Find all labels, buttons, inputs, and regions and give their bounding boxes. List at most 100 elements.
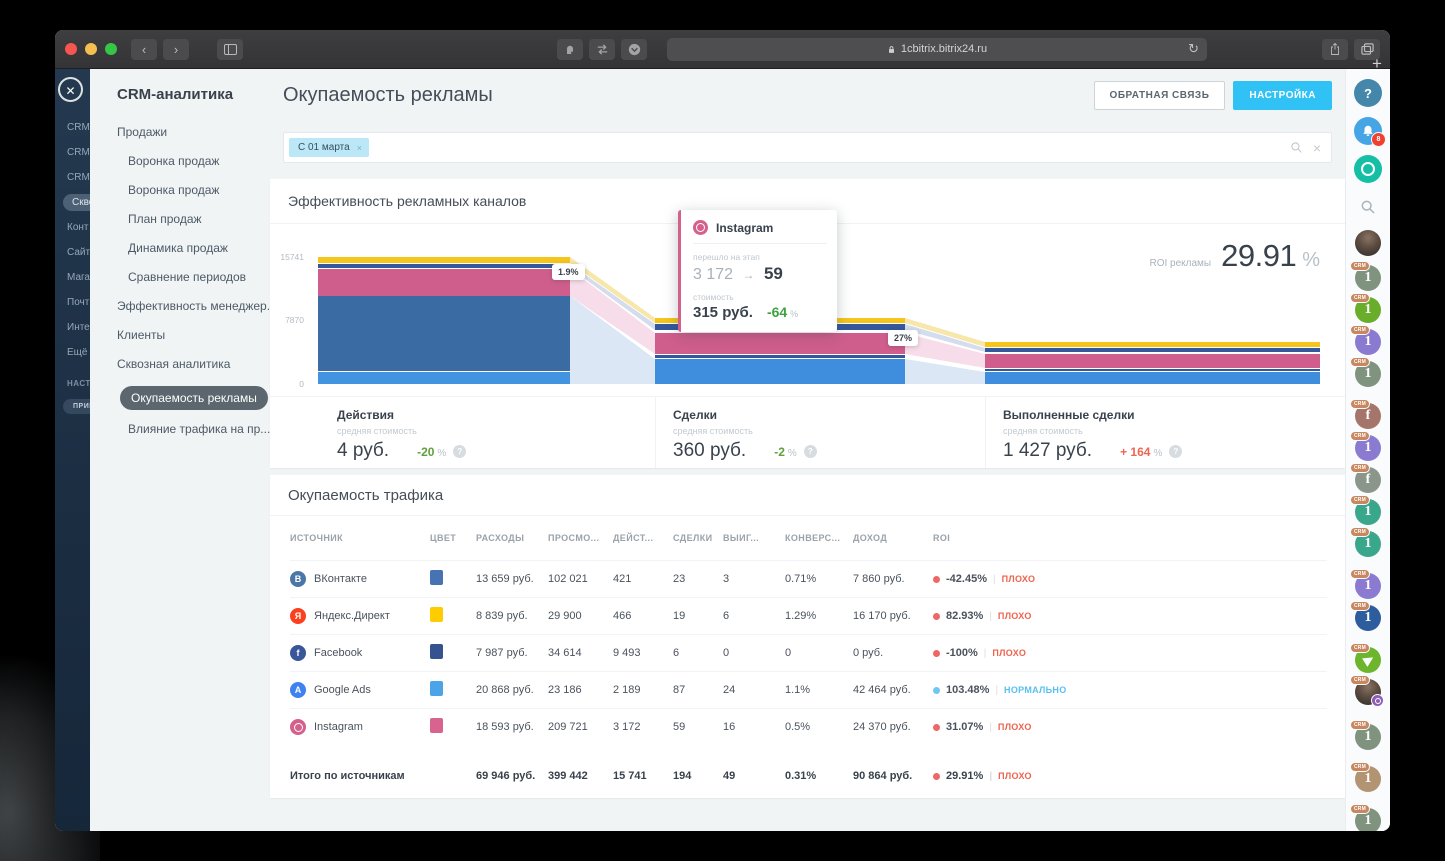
table-cell: 24	[723, 684, 785, 696]
stage-title: Выполненные сделки	[1003, 408, 1345, 422]
column-header[interactable]: СДЕЛКИ	[673, 533, 723, 543]
filter-search-bar[interactable]: С 01 марта × ×	[283, 132, 1332, 163]
sidebar-item[interactable]: CRM	[55, 165, 90, 190]
new-tab-button[interactable]: +	[1368, 54, 1386, 74]
minimize-window-button[interactable]	[85, 43, 97, 55]
search-icon[interactable]	[1290, 141, 1303, 154]
funnel-bar-segment[interactable]	[985, 348, 1320, 352]
zoom-window-button[interactable]	[105, 43, 117, 55]
column-header[interactable]: ВЫИГ...	[723, 533, 785, 543]
crm-app-avatar[interactable]: 1CRM	[1355, 361, 1381, 387]
column-header[interactable]: КОНВЕРС...	[785, 533, 853, 543]
reload-button[interactable]: ↻	[1188, 41, 1199, 57]
sync-extension-button[interactable]	[589, 39, 615, 60]
back-button[interactable]: ‹	[131, 39, 157, 60]
sidebar-item[interactable]: Ещё	[55, 340, 90, 365]
funnel-bar-segment[interactable]	[318, 264, 570, 268]
table-row[interactable]: Instagram18 593 руб.209 7213 17259160.5%…	[290, 708, 1327, 745]
crm-app-avatar[interactable]: 1CRM	[1355, 573, 1381, 599]
funnel-bar-segment[interactable]	[985, 354, 1320, 368]
funnel-bar-segment[interactable]	[655, 333, 905, 354]
forward-button[interactable]: ›	[163, 39, 189, 60]
crm-app-avatar[interactable]: 1CRM	[1355, 265, 1381, 291]
filter-tag-remove-icon[interactable]: ×	[357, 143, 362, 153]
roi-status-dot	[933, 613, 940, 620]
help-icon[interactable]: ?	[804, 445, 817, 458]
menu-item[interactable]: Клиенты	[117, 328, 270, 342]
crm-app-avatar[interactable]: 1CRM	[1355, 605, 1381, 631]
filter-tag[interactable]: С 01 марта ×	[289, 138, 369, 157]
crm-app-avatar[interactable]: 1CRM	[1355, 766, 1381, 792]
sidebar-invite-button[interactable]: ПРИГЛ	[63, 399, 90, 414]
help-icon[interactable]: ?	[453, 445, 466, 458]
column-header[interactable]: РАСХОДЫ	[476, 533, 548, 543]
sidebar-item[interactable]: CRM	[55, 140, 90, 165]
crm-app-avatar[interactable]: 1CRM	[1355, 435, 1381, 461]
sidebar-item[interactable]: Инте	[55, 315, 90, 340]
close-slider-button[interactable]: ✕	[58, 77, 83, 102]
sidebar-item[interactable]: Мага	[55, 265, 90, 290]
profile-avatar[interactable]	[1355, 230, 1381, 256]
menu-item[interactable]: Сравнение периодов	[128, 270, 270, 284]
funnel-bar-segment[interactable]	[655, 359, 905, 384]
menu-item-selected[interactable]: Окупаемость рекламы	[120, 386, 268, 410]
table-row[interactable]: BВКонтакте13 659 руб.102 0214212330.71%7…	[290, 560, 1327, 597]
crm-app-avatar[interactable]: 1CRM	[1355, 297, 1381, 323]
menu-item[interactable]: Воронка продаж	[128, 154, 270, 168]
crm-app-avatar[interactable]: fCRM	[1355, 467, 1381, 493]
feedback-button[interactable]: ОБРАТНАЯ СВЯЗЬ	[1094, 81, 1226, 110]
funnel-bar-segment[interactable]	[985, 369, 1320, 371]
share-button[interactable]	[1322, 39, 1348, 60]
crm-app-avatar[interactable]: 1CRM	[1355, 329, 1381, 355]
sidebar-item[interactable]: Почт	[55, 290, 90, 315]
column-header[interactable]: ПРОСМО...	[548, 533, 613, 543]
notifications-button[interactable]: 8	[1354, 117, 1382, 145]
sidebar-toggle-button[interactable]	[217, 39, 243, 60]
funnel-bar-segment[interactable]	[318, 269, 570, 296]
viber-channel-avatar[interactable]: CRM	[1355, 679, 1381, 705]
stage-delta-unit: %	[1153, 448, 1162, 459]
sidebar-settings-link[interactable]: НАСТР	[55, 373, 90, 395]
column-header[interactable]: ДЕЙСТ...	[613, 533, 673, 543]
sidebar-item[interactable]: Конт	[55, 215, 90, 240]
column-header[interactable]: ROI	[933, 533, 1327, 543]
menu-item[interactable]: Динамика продаж	[128, 241, 270, 255]
funnel-bar-segment[interactable]	[655, 355, 905, 358]
column-header[interactable]: ИСТОЧНИК	[290, 533, 430, 543]
menu-item[interactable]: Продажи	[117, 125, 270, 139]
help-icon[interactable]: ?	[1169, 445, 1182, 458]
menu-item[interactable]: Влияние трафика на пр...	[128, 422, 270, 436]
menu-item[interactable]: Сквозная аналитика	[117, 357, 270, 371]
help-button[interactable]: ?	[1354, 79, 1382, 107]
support-button[interactable]	[1354, 155, 1382, 183]
menu-item[interactable]: План продаж	[128, 212, 270, 226]
filter-clear-icon[interactable]: ×	[1313, 141, 1321, 155]
crm-app-avatar[interactable]: fCRM	[1355, 403, 1381, 429]
crm-app-avatar[interactable]: 1CRM	[1355, 499, 1381, 525]
telegram-channel-avatar[interactable]: CRM	[1355, 647, 1381, 673]
column-header[interactable]: ДОХОД	[853, 533, 933, 543]
funnel-bar-segment[interactable]	[985, 372, 1320, 384]
table-row[interactable]: AGoogle Ads20 868 руб.23 1862 18987241.1…	[290, 671, 1327, 708]
funnel-bar-segment[interactable]	[318, 296, 570, 371]
close-window-button[interactable]	[65, 43, 77, 55]
sidebar-item[interactable]: Скво	[55, 190, 90, 215]
sidebar-item[interactable]: Сайт	[55, 240, 90, 265]
pocket-extension-button[interactable]	[621, 39, 647, 60]
menu-item[interactable]: Воронка продаж	[128, 183, 270, 197]
column-header[interactable]: ЦВЕТ	[430, 533, 476, 543]
funnel-bar-segment[interactable]	[318, 372, 570, 384]
menu-item[interactable]: Эффективность менеджер...	[117, 299, 270, 313]
rail-search-button[interactable]	[1360, 199, 1376, 220]
sidebar-item[interactable]: CRM	[55, 115, 90, 140]
crm-app-avatar[interactable]: 1CRM	[1355, 531, 1381, 557]
address-bar[interactable]: 1cbitrix.bitrix24.ru ↻	[667, 38, 1207, 61]
table-row[interactable]: fFacebook7 987 руб.34 6149 4936000 руб.-…	[290, 634, 1327, 671]
crm-app-avatar[interactable]: 1CRM	[1355, 808, 1381, 831]
settings-button[interactable]: НАСТРОЙКА	[1233, 81, 1332, 110]
evernote-extension-button[interactable]	[557, 39, 583, 60]
funnel-bar-segment[interactable]	[985, 342, 1320, 347]
funnel-bar-segment[interactable]	[318, 257, 570, 263]
crm-app-avatar[interactable]: 1CRM	[1355, 724, 1381, 750]
table-row[interactable]: ЯЯндекс.Директ8 839 руб.29 9004661961.29…	[290, 597, 1327, 634]
